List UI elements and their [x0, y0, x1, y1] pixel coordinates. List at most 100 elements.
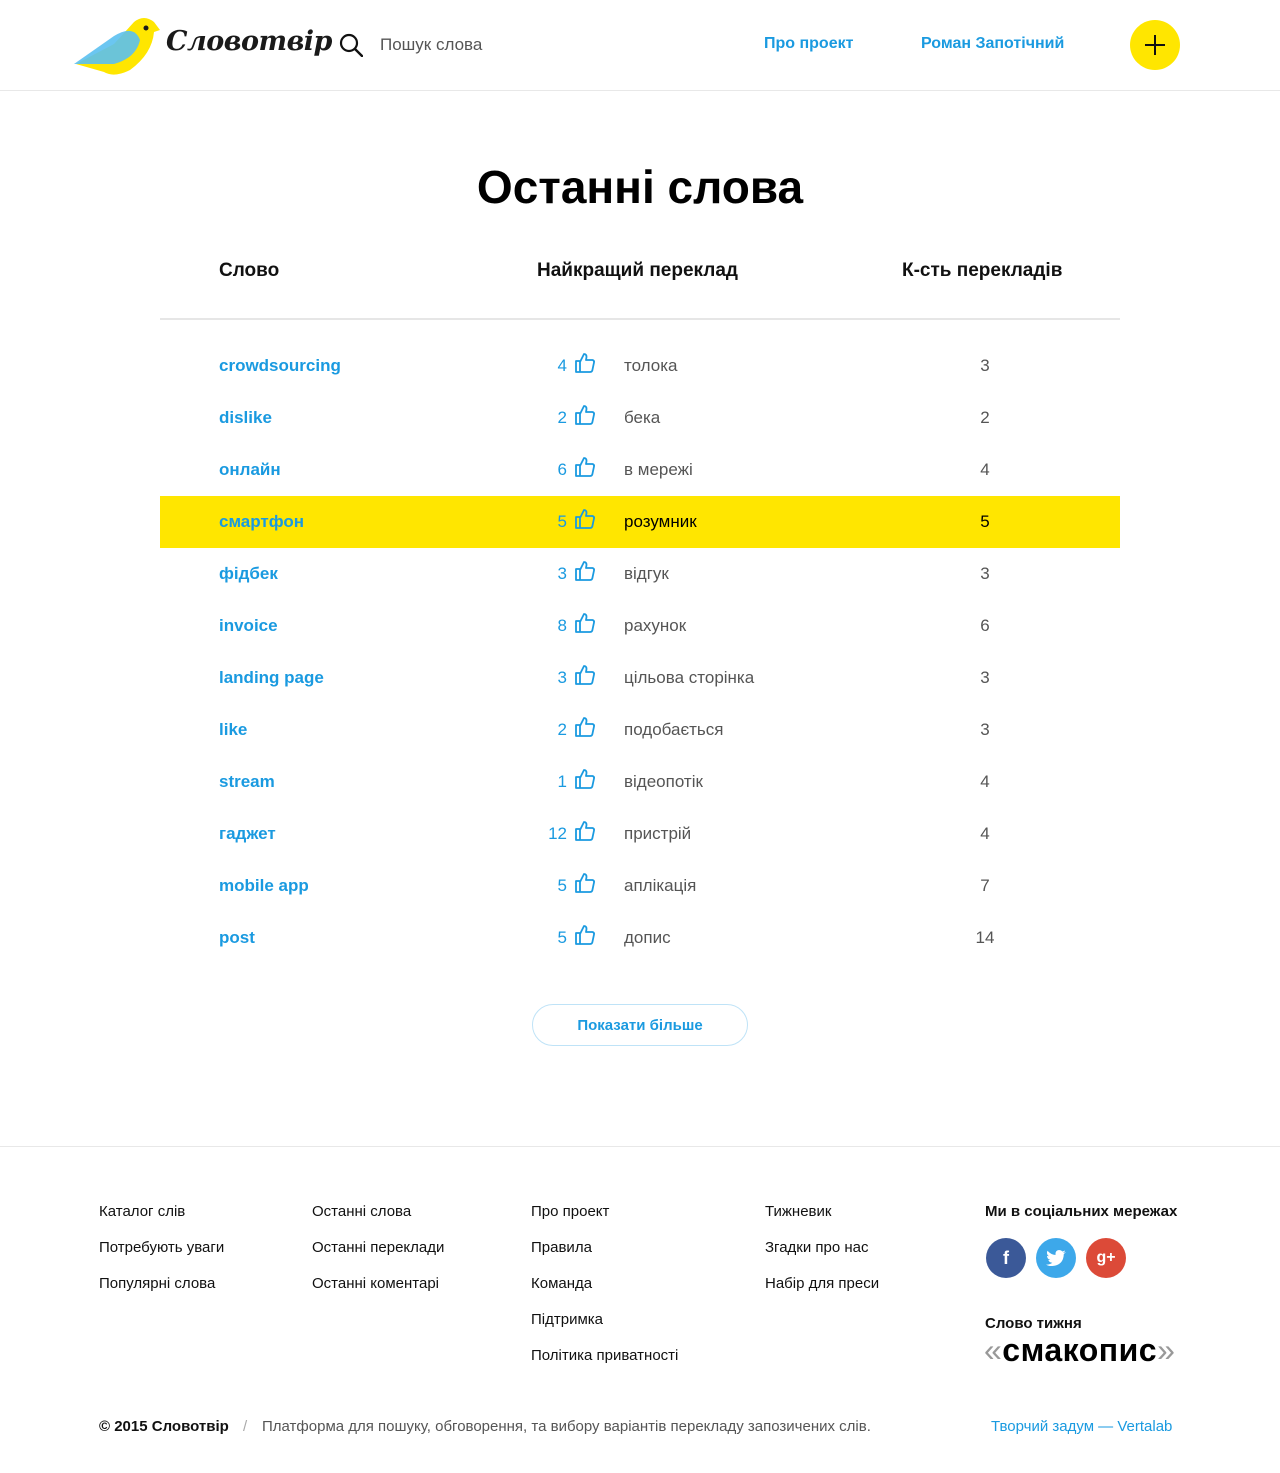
table-row[interactable]: landing page 3 цільова сторінка 3: [160, 652, 1120, 704]
footer-column-project: Про проект Правила Команда Підтримка Пол…: [531, 1203, 678, 1383]
footer-link-recent-translations[interactable]: Останні переклади: [312, 1239, 444, 1275]
table-row[interactable]: like 2 подобається 3: [160, 704, 1120, 756]
best-translation: відгук: [624, 564, 669, 583]
translation-count: 4: [980, 460, 990, 479]
footer-link-mentions[interactable]: Згадки про нас: [765, 1239, 879, 1275]
footer-link-team[interactable]: Команда: [531, 1275, 678, 1311]
search-icon[interactable]: [339, 33, 363, 57]
nav-link-about[interactable]: Про проект: [764, 35, 853, 53]
footer-link-weekly[interactable]: Тижневик: [765, 1203, 879, 1239]
word-link[interactable]: like: [219, 720, 247, 740]
quote-close: »: [1157, 1332, 1176, 1368]
quote-open: «: [984, 1332, 1003, 1368]
thumbs-up-icon[interactable]: [574, 508, 596, 530]
translation-count: 3: [980, 720, 990, 739]
site-logo[interactable]: Словотвір: [74, 14, 332, 78]
vote-count: 2: [557, 408, 567, 427]
nav-link-user-profile[interactable]: Роман Запотічний: [921, 35, 1064, 53]
best-translation: аплікація: [624, 876, 697, 895]
thumbs-up-icon[interactable]: [574, 664, 596, 686]
credit-link[interactable]: Творчий задум — Vertalab: [991, 1418, 1172, 1435]
best-translation: рахунок: [624, 616, 687, 635]
thumbs-up-icon[interactable]: [574, 716, 596, 738]
word-of-week-link[interactable]: «смакопис»: [984, 1332, 1175, 1369]
google-plus-icon[interactable]: g+: [1086, 1238, 1126, 1278]
footer-link-recent-words[interactable]: Останні слова: [312, 1203, 444, 1239]
copyright: © 2015 Словотвір: [99, 1418, 229, 1435]
word-link[interactable]: post: [219, 928, 255, 948]
thumbs-up-icon[interactable]: [574, 924, 596, 946]
table-row[interactable]: гаджет 12 пристрій 4: [160, 808, 1120, 860]
footer-link-press-kit[interactable]: Набір для преси: [765, 1275, 879, 1311]
vote-count: 3: [557, 564, 567, 583]
footer-link-support[interactable]: Підтримка: [531, 1311, 678, 1347]
table-row[interactable]: онлайн 6 в мережі 4: [160, 444, 1120, 496]
vote-count: 6: [557, 460, 567, 479]
footer-link-needs-attention[interactable]: Потребують уваги: [99, 1239, 224, 1275]
facebook-icon[interactable]: f: [986, 1238, 1026, 1278]
word-of-week-label: Слово тижня: [985, 1315, 1082, 1332]
table-row[interactable]: фідбек 3 відгук 3: [160, 548, 1120, 600]
words-table: crowdsourcing 4 толока 3 dislike 2 бека 2 онлайн…: [160, 340, 1120, 964]
twitter-icon[interactable]: [1036, 1238, 1076, 1278]
word-link[interactable]: смартфон: [219, 512, 304, 532]
vote-count: 4: [557, 356, 567, 375]
best-translation: допис: [624, 928, 671, 947]
word-link[interactable]: фідбек: [219, 564, 278, 584]
thumbs-up-icon[interactable]: [574, 404, 596, 426]
footer-separator: /: [243, 1418, 248, 1435]
footer-link-popular[interactable]: Популярні слова: [99, 1275, 224, 1311]
add-word-button[interactable]: [1130, 20, 1180, 70]
footer-link-privacy[interactable]: Політика приватності: [531, 1347, 678, 1383]
footer-link-catalog[interactable]: Каталог слів: [99, 1203, 224, 1239]
word-link[interactable]: mobile app: [219, 876, 309, 896]
word-link[interactable]: dislike: [219, 408, 272, 428]
vote-count: 2: [557, 720, 567, 739]
best-translation: відеопотік: [624, 772, 703, 791]
table-row[interactable]: смартфон 5 розумник 5: [160, 496, 1120, 548]
translation-count: 3: [980, 356, 990, 375]
table-row[interactable]: invoice 8 рахунок 6: [160, 600, 1120, 652]
table-row[interactable]: dislike 2 бека 2: [160, 392, 1120, 444]
thumbs-up-icon[interactable]: [574, 560, 596, 582]
word-link[interactable]: landing page: [219, 668, 324, 688]
twitter-bird-icon: [1046, 1250, 1066, 1267]
thumbs-up-icon[interactable]: [574, 352, 596, 374]
footer-link-rules[interactable]: Правила: [531, 1239, 678, 1275]
table-row[interactable]: post 5 допис 14: [160, 912, 1120, 964]
thumbs-up-icon[interactable]: [574, 820, 596, 842]
search-input[interactable]: [380, 30, 680, 60]
vote-count: 5: [557, 512, 567, 531]
word-link[interactable]: invoice: [219, 616, 278, 636]
word-link[interactable]: гаджет: [219, 824, 276, 844]
best-translation: пристрій: [624, 824, 692, 843]
table-row[interactable]: crowdsourcing 4 толока 3: [160, 340, 1120, 392]
footer-column-recent: Останні слова Останні переклади Останні …: [312, 1203, 444, 1311]
translation-count: 2: [980, 408, 990, 427]
best-translation: розумник: [624, 512, 697, 531]
thumbs-up-icon[interactable]: [574, 872, 596, 894]
best-translation: цільова сторінка: [624, 668, 755, 687]
translation-count: 3: [980, 564, 990, 583]
thumbs-up-icon[interactable]: [574, 768, 596, 790]
column-header-translation-count: К-сть перекладів: [902, 260, 1063, 281]
thumbs-up-icon[interactable]: [574, 456, 596, 478]
table-row[interactable]: mobile app 5 аплікація 7: [160, 860, 1120, 912]
table-row[interactable]: stream 1 відеопотік 4: [160, 756, 1120, 808]
footer-divider: [0, 1146, 1280, 1147]
word-link[interactable]: онлайн: [219, 460, 281, 480]
translation-count: 5: [980, 512, 990, 531]
footer-column-press: Тижневик Згадки про нас Набір для преси: [765, 1203, 879, 1311]
thumbs-up-icon[interactable]: [574, 612, 596, 634]
footer-column-catalog: Каталог слів Потребують уваги Популярні …: [99, 1203, 224, 1311]
vote-count: 1: [557, 772, 567, 791]
translation-count: 7: [980, 876, 990, 895]
footer-link-recent-comments[interactable]: Останні коментарі: [312, 1275, 444, 1311]
vote-count: 5: [557, 928, 567, 947]
footer-link-about[interactable]: Про проект: [531, 1203, 678, 1239]
vote-count: 3: [557, 668, 567, 687]
word-link[interactable]: stream: [219, 772, 275, 792]
show-more-button[interactable]: Показати більше: [532, 1004, 748, 1046]
best-translation: в мережі: [624, 460, 693, 479]
word-link[interactable]: crowdsourcing: [219, 356, 341, 376]
